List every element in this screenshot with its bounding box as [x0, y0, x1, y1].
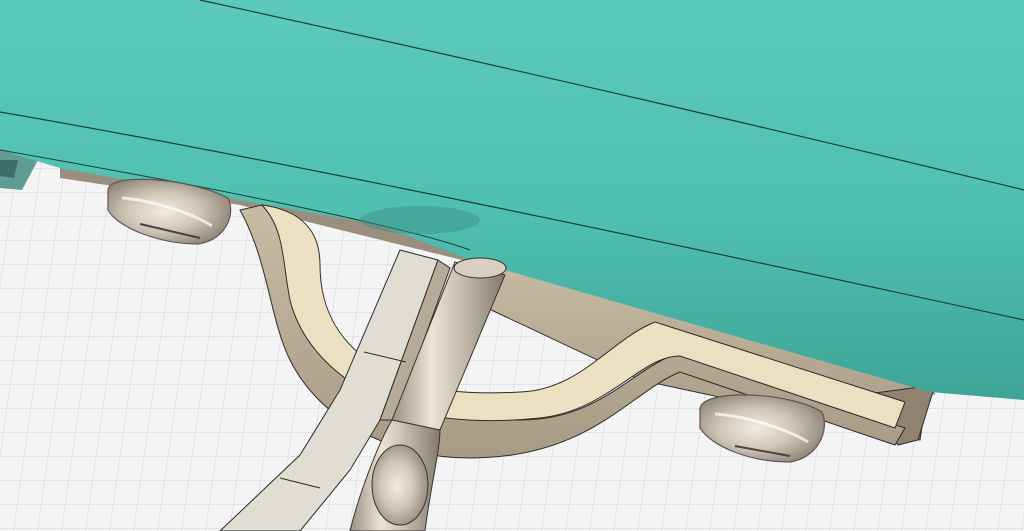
- cad-viewport[interactable]: [0, 0, 1024, 531]
- model-scene[interactable]: [0, 0, 1024, 531]
